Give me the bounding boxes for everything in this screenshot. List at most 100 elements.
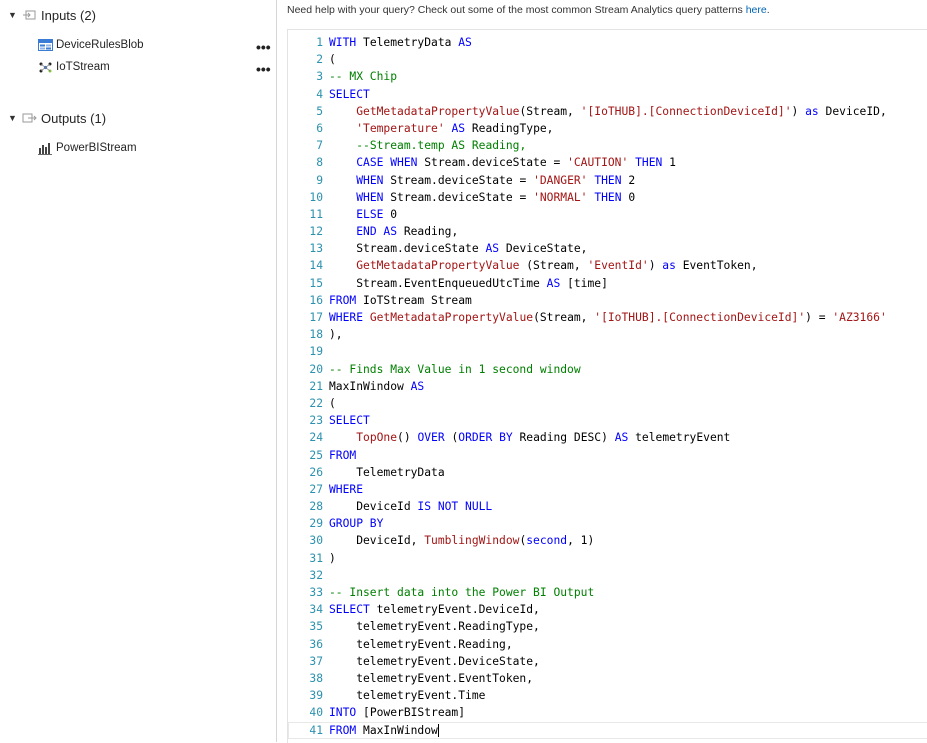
code-line[interactable]: 28 DeviceId IS NOT NULL (288, 498, 927, 515)
code-token: telemetryEvent.EventToken, (329, 671, 534, 685)
line-number: 34 (309, 603, 323, 617)
line-text: -- MX Chip (329, 68, 927, 85)
code-line[interactable]: 4 SELECT (288, 86, 927, 103)
code-line[interactable]: 6 'Temperature' AS ReadingType, (288, 120, 927, 137)
code-token: AS (546, 276, 561, 290)
code-line[interactable]: 35 telemetryEvent.ReadingType, (288, 618, 927, 635)
line-text: ) (329, 550, 927, 567)
code-line[interactable]: 36 telemetryEvent.Reading, (288, 636, 927, 653)
code-line[interactable]: 38 telemetryEvent.EventToken, (288, 670, 927, 687)
code-line[interactable]: 33 -- Insert data into the Power BI Outpu… (288, 584, 927, 601)
line-text: ( (329, 395, 927, 412)
code-token: FROM (329, 448, 357, 462)
code-line[interactable]: 37 telemetryEvent.DeviceState, (288, 653, 927, 670)
code-line[interactable]: 20 -- Finds Max Value in 1 second window (288, 361, 927, 378)
code-line[interactable]: 34 SELECT telemetryEvent.DeviceId, (288, 601, 927, 618)
code-token: FROM (329, 293, 357, 307)
code-line[interactable]: 27 WHERE (288, 481, 927, 498)
code-token: WHERE (329, 311, 364, 324)
code-token: [time] (560, 276, 608, 290)
chevron-down-icon[interactable]: ▼ (8, 10, 22, 20)
line-text: GROUP BY (329, 515, 927, 532)
code-line[interactable]: 23 SELECT (288, 412, 927, 429)
code-line[interactable]: 9 WHEN Stream.deviceState = 'DANGER' THE… (288, 172, 927, 189)
line-number: 16 (309, 293, 323, 307)
chevron-down-icon[interactable]: ▼ (8, 113, 22, 123)
code-line[interactable]: 18), (288, 326, 927, 343)
code-line[interactable]: 17 WHERE GetMetadataPropertyValue(Stream,… (288, 309, 927, 326)
code-token: TumblingWindow (424, 534, 520, 548)
code-line[interactable]: 16 FROM IoTStream Stream (288, 292, 927, 309)
code-line[interactable]: 10 WHEN Stream.deviceState = 'NORMAL' TH… (288, 189, 927, 206)
line-text: INTO [PowerBIStream] (329, 704, 927, 721)
code-token: 0 (383, 207, 398, 221)
code-token: () (397, 431, 418, 445)
panel-divider[interactable] (276, 0, 277, 742)
line-text (329, 567, 927, 584)
code-line[interactable]: 5 GetMetadataPropertyValue(Stream, '[IoT… (288, 103, 927, 120)
more-options-button[interactable]: ••• (256, 40, 271, 54)
code-line[interactable]: 8 CASE WHEN Stream.deviceState = 'CAUTIO… (288, 154, 927, 171)
code-token: telemetryEvent.DeviceId, (369, 603, 540, 617)
line-text: FROM MaxInWindow (329, 722, 927, 739)
code-line[interactable]: 3 -- MX Chip (288, 68, 927, 85)
code-line[interactable]: 40 INTO [PowerBIStream] (288, 704, 927, 721)
line-text: Stream.EventEnqueuedUtcTime AS [time] (329, 275, 927, 292)
line-text: MaxInWindow AS (329, 378, 927, 395)
code-line[interactable]: 13 Stream.deviceState AS DeviceState, (288, 240, 927, 257)
code-line[interactable]: 11 ELSE 0 (288, 206, 927, 223)
query-editor[interactable]: 1 WITH TelemetryData AS 2(3 -- MX Chip 4 SELE… (287, 29, 927, 743)
blob-storage-icon (38, 39, 53, 51)
code-line[interactable]: 7 --Stream.temp AS Reading, (288, 137, 927, 154)
code-line[interactable]: 19 (288, 343, 927, 360)
code-token: ReadingType, (465, 121, 554, 135)
inputs-group-header[interactable]: ▼ Inputs (2) (8, 5, 96, 25)
output-item-powerbistream[interactable]: PowerBIStream (38, 139, 137, 157)
code-token: 'CAUTION' (567, 156, 629, 170)
line-number: 32 (309, 568, 323, 582)
input-item-iotstream[interactable]: IoTStream (38, 58, 110, 76)
code-line[interactable]: 22 ( (288, 395, 927, 412)
power-bi-icon (38, 142, 52, 155)
line-text: FROM (329, 447, 927, 464)
code-line[interactable]: 41 FROM MaxInWindow (288, 721, 927, 739)
line-text: WHERE GetMetadataPropertyValue(Stream, '… (329, 309, 927, 326)
line-number: 37 (309, 654, 323, 668)
code-token: 0 (621, 190, 636, 204)
line-number: 26 (309, 465, 323, 479)
code-line[interactable]: 1 WITH TelemetryData AS (288, 34, 927, 51)
code-line[interactable]: 24 TopOne() OVER (ORDER BY Reading DESC)… (288, 429, 927, 446)
code-line[interactable]: 15 Stream.EventEnqueuedUtcTime AS [time] (288, 275, 927, 292)
code-line[interactable]: 29 GROUP BY (288, 515, 927, 532)
code-line[interactable]: 39 telemetryEvent.Time (288, 687, 927, 704)
code-line[interactable]: 12 END AS Reading, (288, 223, 927, 240)
help-text: Need help with your query? Check out som… (287, 4, 746, 16)
code-line[interactable]: 32 (288, 567, 927, 584)
code-line[interactable]: 25 FROM (288, 447, 927, 464)
code-token: GROUP BY (329, 517, 384, 531)
line-number: 8 (316, 156, 323, 170)
code-line[interactable]: 31) (288, 550, 927, 567)
more-options-button[interactable]: ••• (256, 62, 271, 76)
outputs-group-header[interactable]: ▼ Outputs (1) (8, 108, 106, 128)
code-line[interactable]: 14 GetMetadataPropertyValue (Stream, 'Ev… (288, 257, 927, 274)
iot-hub-icon (39, 62, 52, 72)
code-token: ORDER BY (458, 431, 513, 445)
line-number: 21 (309, 379, 323, 393)
inputs-group-label: Inputs (2) (41, 7, 96, 23)
code-line[interactable]: 26 TelemetryData (288, 464, 927, 481)
code-line[interactable]: 21 MaxInWindow AS (288, 378, 927, 395)
code-token: as (805, 104, 819, 118)
code-area[interactable]: 1 WITH TelemetryData AS 2(3 -- MX Chip 4 SELE… (288, 34, 927, 739)
code-token: END AS (356, 225, 398, 239)
line-number: 33 (309, 586, 323, 599)
code-line[interactable]: 2( (288, 51, 927, 68)
line-text: Stream.deviceState AS DeviceState, (329, 240, 927, 257)
code-line[interactable]: 30 DeviceId, TumblingWindow(second, 1) (288, 532, 927, 549)
input-item-devicerulesblob[interactable]: DeviceRulesBlob (38, 36, 144, 54)
line-number: 35 (309, 620, 323, 634)
line-number: 19 (309, 345, 323, 359)
query-patterns-link[interactable]: here (746, 4, 767, 16)
code-token: telemetryEvent.Time (329, 689, 486, 703)
